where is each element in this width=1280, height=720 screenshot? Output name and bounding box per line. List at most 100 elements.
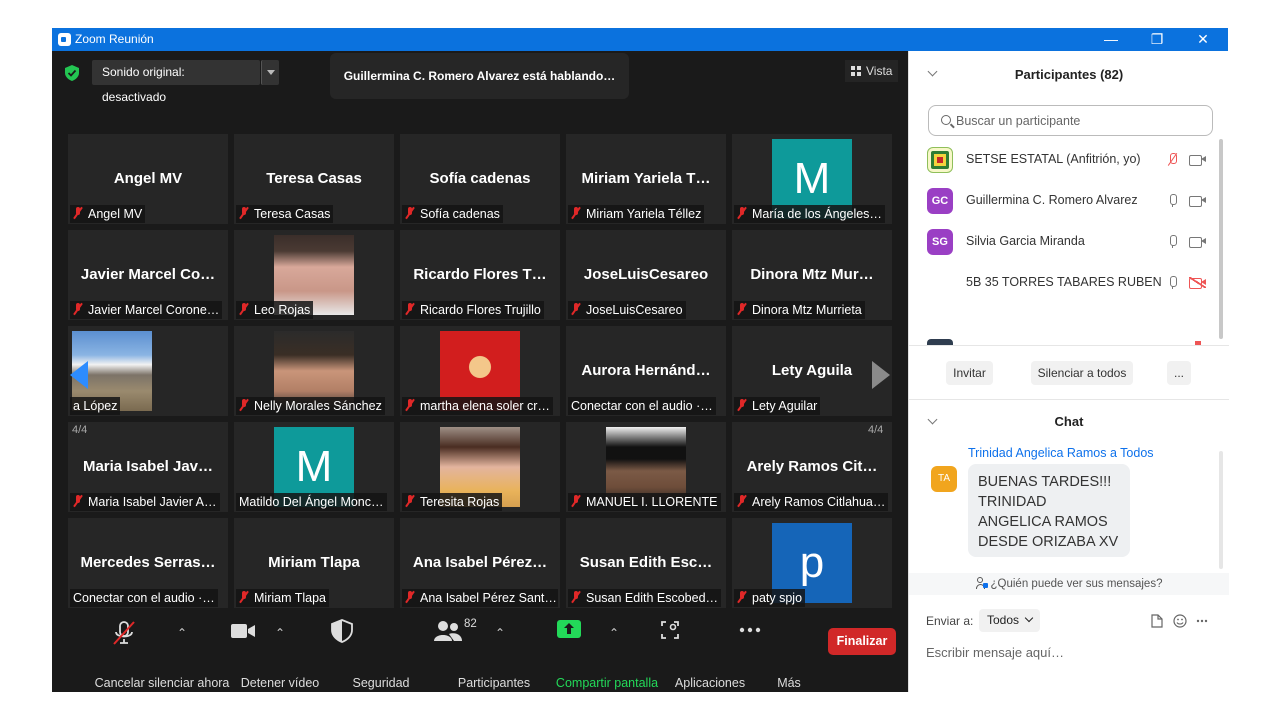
mute-all-button[interactable]: Silenciar a todos (1031, 361, 1133, 385)
video-tile[interactable]: M María de los Ángeles… (732, 134, 892, 224)
video-tile[interactable]: Nelly Morales Sánchez (234, 326, 394, 416)
video-tile[interactable]: Dinora Mtz Mur… Dinora Mtz Murrieta (732, 230, 892, 320)
share-options-caret[interactable]: ⌃ (609, 626, 619, 640)
video-tile[interactable]: Ana Isabel Pérez… Ana Isabel Pérez Sant… (400, 518, 560, 608)
participant-name-tag: Teresita Rojas (402, 493, 503, 511)
video-tile[interactable]: Lety Aguila Lety Aguilar (732, 326, 892, 416)
participant-display-name: Javier Marcel Co… (80, 266, 216, 283)
participant-display-name: Miriam Yariela T… (581, 170, 711, 187)
video-camera-icon (231, 624, 255, 638)
muted-mic-icon (737, 591, 747, 603)
file-icon[interactable] (1151, 614, 1163, 628)
minimize-button[interactable]: — (1088, 28, 1134, 51)
video-tile[interactable]: Sofía cadenas Sofía cadenas (400, 134, 560, 224)
video-tile[interactable]: p paty spjo (732, 518, 892, 608)
video-tile[interactable]: Javier Marcel Co… Javier Marcel Corone… (68, 230, 228, 320)
more-control[interactable]: Más (739, 620, 801, 690)
camera-off-icon[interactable] (1189, 277, 1206, 289)
video-tile[interactable]: MANUEL I. LLORENTE (566, 422, 726, 512)
emoji-icon[interactable] (1173, 614, 1187, 628)
mic-icon[interactable] (1167, 235, 1177, 248)
participants-scrollbar[interactable] (1219, 139, 1223, 339)
chat-message-sender[interactable]: Trinidad Angelica Ramos a Todos (968, 446, 1154, 460)
participant-row[interactable]: 5B 35 TORRES TABARES RUBEN … (909, 262, 1219, 302)
participant-name-tag: Lety Aguilar (734, 397, 821, 415)
video-tile[interactable]: Mercedes Serras… Conectar con el audio ·… (68, 518, 228, 608)
next-page-arrow[interactable] (872, 361, 890, 389)
video-tile[interactable]: Susan Edith Esc… Susan Edith Escobed… (566, 518, 726, 608)
participant-row[interactable]: SG Silvia Garcia Miranda (909, 221, 1219, 261)
participant-name-tag: Teresa Casas (236, 205, 334, 223)
video-tile[interactable]: Ricardo Flores T… Ricardo Flores Trujillo (400, 230, 560, 320)
who-can-see-messages-link[interactable]: ¿Quién puede ver sus mensajes? (909, 573, 1229, 595)
view-button[interactable]: Vista (845, 60, 899, 82)
participant-name-tag: MANUEL I. LLORENTE (568, 493, 721, 511)
unmute-control[interactable]: Cancelar silenciar ahora (95, 620, 229, 690)
camera-icon[interactable] (1189, 236, 1206, 248)
mic-icon[interactable] (1167, 194, 1177, 207)
sound-options-caret[interactable] (261, 60, 279, 85)
more-participant-options-button[interactable]: ... (1167, 361, 1191, 385)
video-tile[interactable]: M Matildo Del Ángel Monc… (234, 422, 394, 512)
video-tile[interactable]: martha elena soler cr… (400, 326, 560, 416)
participant-display-name: Maria Isabel Jav… (82, 458, 214, 475)
end-meeting-button[interactable]: Finalizar (828, 628, 896, 655)
participant-name-tag: Miriam Yariela Téllez (568, 205, 705, 223)
participant-name: Conectar con el audio ·… (571, 399, 713, 413)
participant-display-name: Sofía cadenas (429, 170, 531, 187)
recipient-dropdown[interactable]: Todos (979, 609, 1041, 632)
muted-mic-icon (737, 303, 747, 315)
participant-search-input[interactable] (956, 112, 1206, 130)
more-chat-options-icon[interactable] (1196, 619, 1208, 623)
camera-icon[interactable] (1189, 195, 1206, 207)
share-screen-control[interactable]: Compartir pantalla (556, 619, 658, 690)
participants-control[interactable]: 82 Participantes (434, 618, 530, 690)
camera-icon[interactable] (1189, 154, 1206, 166)
security-shield-icon (331, 619, 353, 643)
participant-display-name: Dinora Mtz Mur… (750, 266, 874, 283)
video-tile[interactable]: Miriam Yariela T… Miriam Yariela Téllez (566, 134, 726, 224)
participant-name: Miriam Yariela Téllez (586, 207, 702, 221)
video-tile[interactable]: Teresa Casas Teresa Casas (234, 134, 394, 224)
chat-message-input[interactable] (926, 641, 1216, 663)
participant-search-box[interactable] (928, 105, 1213, 136)
apps-control[interactable]: Aplicaciones (660, 620, 745, 690)
participant-name: Conectar con el audio ·… (73, 591, 215, 605)
audio-options-caret[interactable]: ⌃ (177, 626, 187, 640)
video-tile[interactable]: Leo Rojas (234, 230, 394, 320)
video-tile[interactable]: Maria Isabel Jav… Maria Isabel Javier A… (68, 422, 228, 512)
muted-mic-icon[interactable] (1167, 153, 1177, 166)
security-control[interactable]: Seguridad (331, 619, 410, 690)
participant-name-tag: Leo Rojas (236, 301, 314, 319)
previous-page-arrow[interactable] (70, 361, 88, 389)
participant-display-name: Susan Edith Esc… (579, 554, 713, 571)
video-tile[interactable]: Aurora Hernánd… Conectar con el audio ·… (566, 326, 726, 416)
participant-row[interactable]: SETSE ESTATAL (Anfitrión, yo) (909, 139, 1219, 179)
video-tile[interactable]: Miriam Tlapa Miriam Tlapa (234, 518, 394, 608)
zoom-app-icon (58, 33, 71, 46)
send-to-label: Enviar a: (926, 614, 974, 628)
participant-name-tag: Sofía cadenas (402, 205, 503, 223)
participant-name: Teresita Rojas (420, 495, 500, 509)
video-options-caret[interactable]: ⌃ (275, 626, 285, 640)
video-tile[interactable]: Teresita Rojas (400, 422, 560, 512)
chat-scrollbar[interactable] (1219, 451, 1223, 569)
participant-name: Angel MV (88, 207, 143, 221)
video-gallery-area: Sonido original: desactivado Guillermina… (52, 51, 908, 692)
encryption-shield-icon[interactable] (65, 65, 79, 81)
video-tile[interactable]: a López (68, 326, 228, 416)
original-sound-button[interactable]: Sonido original: desactivado (92, 60, 260, 104)
stop-video-control[interactable]: Detener vídeo (230, 621, 319, 690)
mic-icon[interactable] (1167, 276, 1177, 289)
muted-mic-icon (73, 207, 83, 219)
participants-options-caret[interactable]: ⌃ (495, 626, 505, 640)
video-tile[interactable]: Angel MV Angel MV (68, 134, 228, 224)
video-tile[interactable]: JoseLuisCesareo JoseLuisCesareo (566, 230, 726, 320)
participant-name: Susan Edith Escobed… (586, 591, 719, 605)
restore-button[interactable]: ❐ (1134, 28, 1180, 51)
close-button[interactable]: ✕ (1180, 28, 1226, 51)
page-indicator-right: 4/4 (868, 424, 884, 436)
participant-row[interactable]: GC Guillermina C. Romero Alvarez (909, 180, 1219, 220)
share-screen-icon (557, 620, 581, 638)
invite-button[interactable]: Invitar (946, 361, 993, 385)
